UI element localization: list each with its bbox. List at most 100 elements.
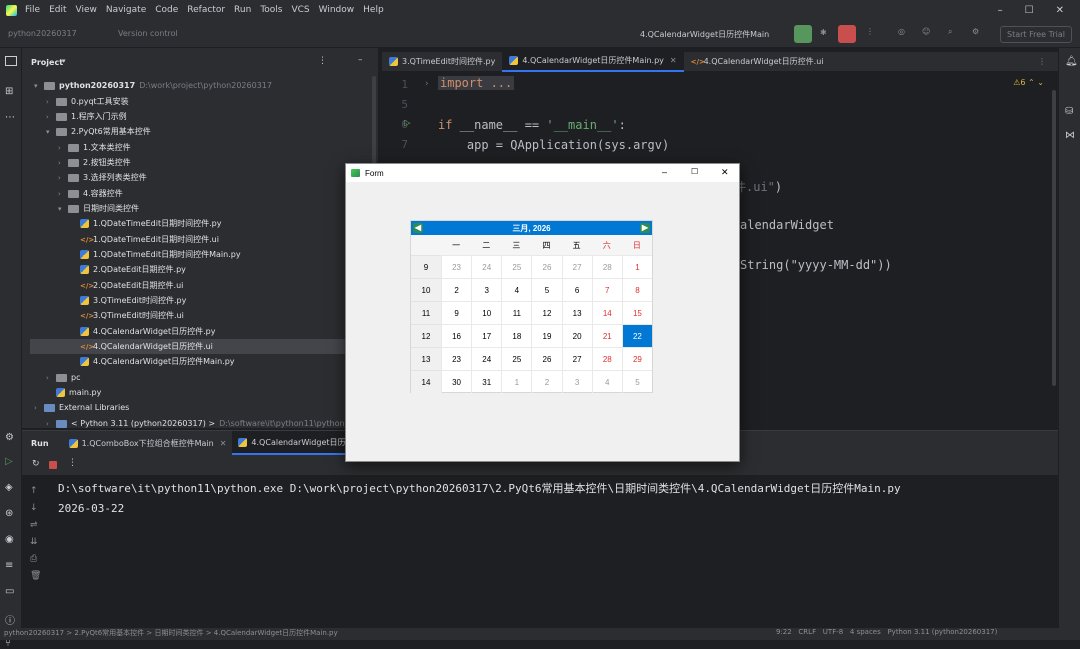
run-gutter-icon[interactable]: ▷ [404, 116, 411, 129]
run-panel-title[interactable]: Run [31, 439, 49, 448]
tab-timeedit[interactable]: 3.QTimeEdit时间控件.py [382, 52, 502, 72]
calendar-day[interactable]: 9 [441, 301, 472, 324]
settings-icon[interactable]: ⚙ [972, 27, 979, 36]
calendar-day[interactable]: 20 [561, 324, 592, 347]
project-panel-title[interactable]: Project [31, 58, 63, 67]
chevron-right-icon[interactable]: › [46, 420, 56, 428]
tree-item[interactable]: › 0.pyqt工具安装 [22, 94, 372, 109]
menu-item-vcs[interactable]: VCS [291, 5, 309, 15]
calendar-day[interactable]: 4 [591, 370, 622, 393]
run-options-icon[interactable]: ⋮ [68, 458, 77, 468]
tabs-overflow-icon[interactable]: ⋮ [1038, 57, 1046, 66]
calendar-day[interactable]: 15 [621, 301, 652, 324]
calendar-day[interactable]: 12 [531, 301, 562, 324]
calendar-day[interactable]: 30 [441, 370, 472, 393]
run-config-selector[interactable]: 4.QCalendarWidget日历控件Main [640, 29, 769, 40]
calendar-day[interactable]: 21 [591, 324, 622, 347]
month-year-label[interactable]: 三月, 2026 [512, 223, 550, 234]
run-button[interactable] [794, 25, 812, 43]
calendar-day[interactable]: 27 [561, 347, 592, 370]
calendar-day[interactable]: 25 [501, 347, 532, 370]
calendar-day[interactable]: 3 [561, 370, 592, 393]
tree-item[interactable]: › 1.程序入门示例 [22, 109, 372, 124]
tree-item[interactable]: › < Python 3.11 (python20260317) > D:\soft… [22, 416, 372, 431]
calendar-day[interactable]: 3 [471, 278, 502, 301]
tree-item[interactable]: main.py [22, 385, 372, 400]
tree-item[interactable]: </> 1.QDateTimeEdit日期时间控件.ui [22, 232, 372, 247]
calendar-day[interactable]: 4 [501, 278, 532, 301]
editor-scrollbar[interactable] [1052, 90, 1056, 386]
tab-calendar-ui[interactable]: </> 4.QCalendarWidget日历控件.ui [684, 52, 831, 72]
warning-indicator[interactable]: ⚠6 ⌃ ⌄ [1013, 78, 1044, 87]
chevron-right-icon[interactable]: › [58, 174, 68, 182]
calendar-day[interactable]: 29 [621, 347, 652, 370]
calendar-day[interactable]: 11 [501, 301, 532, 324]
terminal-icon[interactable]: ▭ [5, 586, 14, 597]
interpreter-selector[interactable]: Python 3.11 (python20260317) [887, 628, 997, 636]
calendar-day[interactable]: 24 [471, 255, 502, 278]
debug-tool-icon[interactable]: ◉ [5, 534, 14, 545]
calendar-day[interactable]: 26 [531, 347, 562, 370]
calendar-day[interactable]: 28 [591, 255, 622, 278]
calendar-day[interactable]: 28 [591, 347, 622, 370]
more-icon[interactable]: ⋮ [866, 27, 874, 36]
structure-tool-icon[interactable]: ⊞ [5, 86, 13, 97]
tree-item[interactable]: › 3.选择列表类控件 [22, 170, 372, 185]
calendar-day[interactable]: 23 [441, 255, 472, 278]
ai-icon[interactable]: ◎ [898, 27, 905, 36]
tree-item[interactable]: › External Libraries [22, 400, 372, 415]
menu-item-help[interactable]: Help [363, 5, 384, 15]
print-icon[interactable]: ⎙ [30, 551, 41, 568]
chevron-right-icon[interactable]: › [58, 190, 68, 198]
menu-item-code[interactable]: Code [155, 5, 178, 15]
database-icon[interactable]: ⛁ [1065, 106, 1073, 117]
debug-icon[interactable]: ✱ [820, 28, 827, 37]
chevron-right-icon[interactable]: › [46, 113, 56, 121]
stop-button[interactable] [838, 25, 856, 43]
menu-item-view[interactable]: View [76, 5, 97, 15]
tree-item[interactable]: 2.QDateEdit日期控件.py [22, 262, 372, 277]
calendar-day[interactable]: 8 [621, 278, 652, 301]
calendar-day[interactable]: 7 [591, 278, 622, 301]
menu-item-refactor[interactable]: Refactor [187, 5, 225, 15]
close-tab-icon[interactable]: ✕ [670, 56, 677, 65]
tree-item[interactable]: ▾ 日期时间类控件 [22, 201, 372, 216]
tree-item[interactable]: 3.QTimeEdit时间控件.py [22, 293, 372, 308]
tree-item[interactable]: </> 2.QDateEdit日期控件.ui [22, 278, 372, 293]
file-encoding[interactable]: UTF-8 [823, 628, 843, 636]
calendar-day[interactable]: 18 [501, 324, 532, 347]
chevron-down-icon[interactable]: ▾ [34, 82, 44, 90]
menu-item-tools[interactable]: Tools [260, 5, 282, 15]
calendar-day[interactable]: 13 [561, 301, 592, 324]
scroll-down-icon[interactable]: ↓ [30, 500, 41, 517]
vcs-widget[interactable]: Version control [118, 29, 178, 38]
panel-options-icon[interactable]: ⋮ [318, 56, 327, 66]
form-minimize-button[interactable]: – [662, 167, 667, 177]
menu-item-file[interactable]: File [25, 5, 40, 15]
tree-item[interactable]: › 2.按钮类控件 [22, 155, 372, 170]
run-tab-combobox[interactable]: 1.QComboBox下拉组合框控件Main ✕ [63, 431, 233, 455]
scroll-up-icon[interactable]: ↑ [30, 483, 41, 500]
tree-item[interactable]: 1.QDateTimeEdit日期时间控件.py [22, 216, 372, 231]
tree-item[interactable]: </> 3.QTimeEdit时间控件.ui [22, 308, 372, 323]
tree-item[interactable]: › 1.文本类控件 [22, 140, 372, 155]
next-month-button[interactable]: ▶ [640, 223, 650, 233]
calendar-day[interactable]: 25 [501, 255, 532, 278]
caret-position[interactable]: 9:22 [776, 628, 792, 636]
notifications-icon[interactable]: 🔔︎ [1065, 56, 1078, 67]
close-icon[interactable]: ✕ [1056, 5, 1064, 16]
calendar-widget[interactable]: ◀ 三月, 2026 ▶ 一二三四五六日 9 23 24 25 26 27 28 1 10 2 3 4 5… [410, 220, 653, 393]
console-output[interactable]: D:\software\it\python11\python.exe D:\wo… [58, 479, 901, 519]
chevron-right-icon[interactable]: › [46, 98, 56, 106]
python-packages-icon[interactable]: ◈ [5, 482, 13, 493]
chevron-right-icon[interactable]: › [46, 374, 56, 382]
tree-item[interactable]: 4.QCalendarWidget日历控件Main.py [22, 354, 372, 369]
calendar-day[interactable]: 2 [441, 278, 472, 301]
calendar-day[interactable]: 2 [531, 370, 562, 393]
soft-wrap-icon[interactable]: ⇌ [30, 517, 41, 534]
indent-setting[interactable]: 4 spaces [850, 628, 881, 636]
python-console-icon[interactable]: ⊛ [5, 508, 13, 519]
line-separator[interactable]: CRLF [798, 628, 816, 636]
scroll-end-icon[interactable]: ⇊ [30, 534, 41, 551]
tree-item[interactable]: 4.QCalendarWidget日历控件.py [22, 324, 372, 339]
